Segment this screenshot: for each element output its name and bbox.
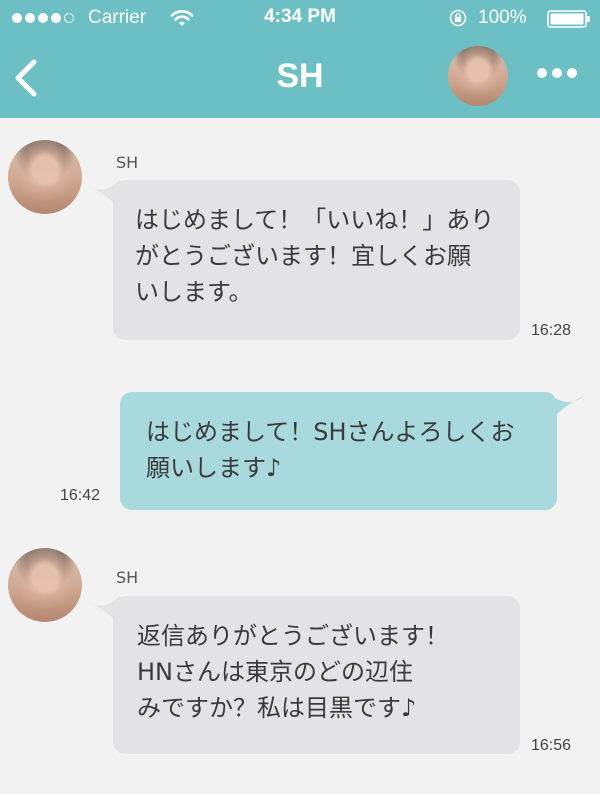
chat-header: Carrier 4:34 PM 100% SH (0, 0, 600, 118)
message-bubble[interactable]: はじめまして！SHさんよろしくお 願いします♪ (120, 392, 557, 510)
status-bar: Carrier 4:34 PM 100% (0, 0, 600, 36)
sender-name: SH (116, 153, 139, 172)
battery-icon (547, 10, 590, 28)
message-text: はじめまして！「いいね！」あり がとうございます！宜しくお願 いします。 (135, 206, 495, 306)
back-chevron-icon[interactable] (12, 58, 40, 98)
sender-avatar[interactable] (8, 548, 82, 622)
message-timestamp: 16:42 (60, 487, 101, 504)
battery-percentage: 100% (478, 7, 527, 28)
message-bubble[interactable]: 返信ありがとうございます！ HNさんは東京のどの辺住 みですか？私は目黒です♪ (113, 596, 520, 754)
more-options-icon[interactable] (537, 68, 577, 78)
message-text: はじめまして！SHさんよろしくお 願いします♪ (146, 418, 515, 482)
chat-title: SH (276, 57, 324, 95)
contact-avatar[interactable] (448, 46, 508, 106)
message-text: 返信ありがとうございます！ HNさんは東京のどの辺住 みですか？私は目黒です♪ (137, 622, 449, 722)
message-timestamp: 16:28 (531, 322, 572, 339)
sender-name: SH (116, 568, 139, 587)
sender-avatar[interactable] (8, 140, 82, 214)
message-timestamp: 16:56 (531, 737, 572, 754)
message-bubble[interactable]: はじめまして！「いいね！」あり がとうございます！宜しくお願 いします。 (113, 180, 520, 340)
rotation-lock-icon (449, 9, 467, 27)
